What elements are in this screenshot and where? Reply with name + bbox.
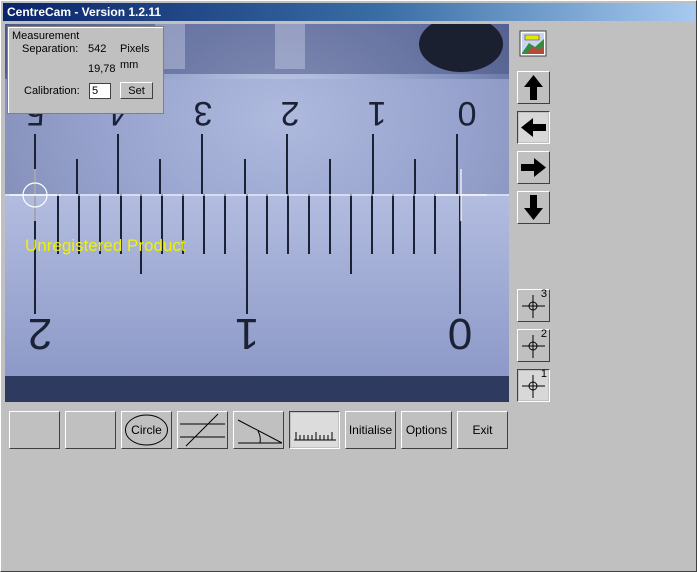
title-bar: CentreCam - Version 1.2.11 <box>3 3 695 21</box>
reference-number: 1 <box>540 368 547 380</box>
separation-label: Separation: <box>22 43 79 55</box>
reference-3-button[interactable]: 3 <box>517 288 550 322</box>
initialise-button[interactable]: Initialise <box>345 411 396 449</box>
calibration-input[interactable]: 5 <box>89 83 111 99</box>
calibration-label: Calibration: <box>24 85 80 97</box>
move-right-button[interactable] <box>517 151 550 184</box>
camera-settings-button[interactable] <box>517 29 550 62</box>
set-button[interactable]: Set <box>120 82 153 99</box>
parallel-lines-tool-button[interactable] <box>177 411 228 449</box>
options-button[interactable]: Options <box>401 411 452 449</box>
ruler-icon <box>291 413 338 447</box>
arrow-down-icon <box>524 195 543 220</box>
circle-tool-button[interactable]: Circle <box>121 411 172 449</box>
reference-number: 3 <box>540 288 547 300</box>
ruler-digit: 3 <box>194 94 213 132</box>
ruler-digit: 2 <box>28 309 52 358</box>
circle-tool-label: Circle <box>131 423 162 437</box>
ruler-digit: 1 <box>368 94 387 132</box>
arrow-right-icon <box>521 158 546 177</box>
blank-tool-button-1[interactable] <box>9 411 60 449</box>
mm-unit: mm <box>120 59 139 71</box>
ruler-digit: 2 <box>281 94 300 132</box>
arrow-left-icon <box>519 113 548 142</box>
reference-number: 2 <box>540 328 547 340</box>
unregistered-watermark: Unregistered Product <box>25 236 186 255</box>
ruler-digit: 0 <box>458 94 477 132</box>
ruler-digit: 0 <box>448 309 472 358</box>
app-window: CentreCam - Version 1.2.11 3 2 1 0 2 1 0… <box>0 0 697 572</box>
reference-1-button[interactable]: 1 <box>517 368 550 402</box>
camera-settings-icon <box>519 30 547 57</box>
angle-tool-button[interactable] <box>233 411 284 449</box>
move-up-button[interactable] <box>517 71 550 104</box>
blank-tool-button-2[interactable] <box>65 411 116 449</box>
mm-value: 19,78 <box>88 63 116 75</box>
arrow-up-icon <box>524 75 543 100</box>
exit-button[interactable]: Exit <box>457 411 508 449</box>
measurement-panel: Measurement Separation: 542 Pixels 19,78… <box>7 26 164 114</box>
angle-icon <box>237 419 283 444</box>
move-down-button[interactable] <box>517 191 550 224</box>
window-title: CentreCam - Version 1.2.11 <box>7 5 162 19</box>
ruler-tool-button[interactable] <box>289 411 340 449</box>
pixels-unit: Pixels <box>120 43 150 55</box>
ruler-digit: 1 <box>235 309 259 358</box>
parallel-lines-icon <box>180 413 225 447</box>
measurement-heading: Measurement <box>12 30 80 42</box>
move-left-button[interactable] <box>517 111 550 144</box>
reference-2-button[interactable]: 2 <box>517 328 550 362</box>
pixels-value: 542 <box>88 43 107 55</box>
